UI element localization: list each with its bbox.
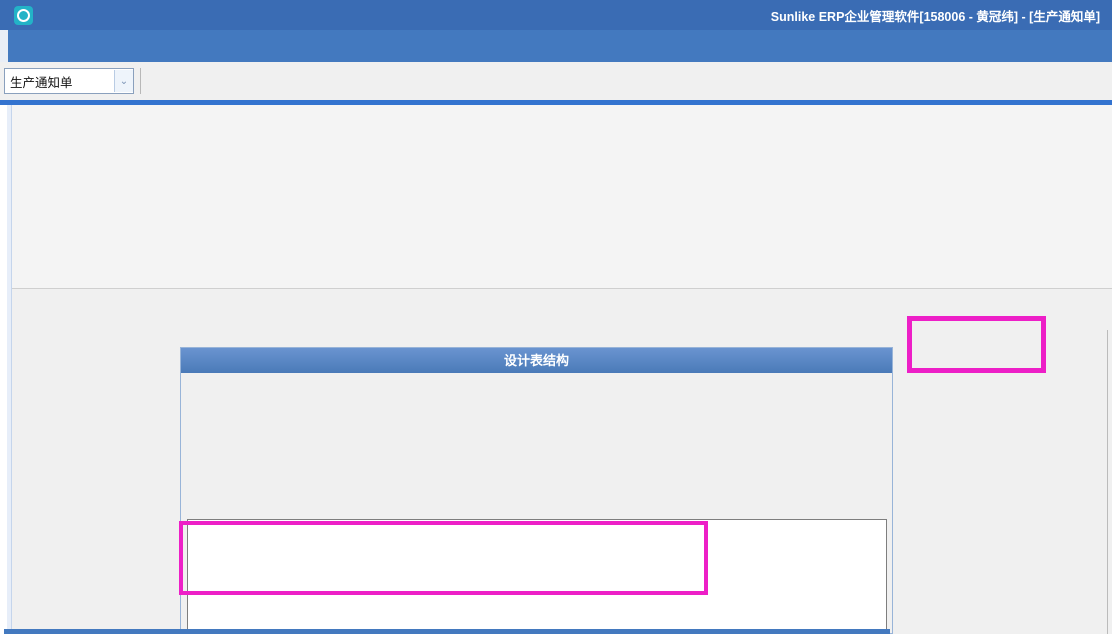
toolbar: 生产通知单 ⌄ xyxy=(0,62,1112,100)
doc-type-select[interactable]: 生产通知单 ⌄ xyxy=(4,68,134,94)
title-bar: Sunlike ERP企业管理软件[158006 - 黄冠纬] - [生产通知单… xyxy=(0,0,1112,30)
order-form xyxy=(12,105,1112,289)
menu-bar xyxy=(8,30,1112,62)
sunlike-logo-icon xyxy=(14,6,33,25)
window-title: Sunlike ERP企业管理软件[158006 - 黄冠纬] - [生产通知单… xyxy=(771,6,1100,25)
toolbar-separator xyxy=(140,68,141,94)
app-window: Sunlike ERP企业管理软件[158006 - 黄冠纬] - [生产通知单… xyxy=(0,0,1112,634)
doc-type-value: 生产通知单 xyxy=(5,72,114,91)
dialog-title[interactable]: 设计表结构 xyxy=(181,348,892,373)
highlight-box-dialog-grid xyxy=(179,521,708,595)
chevron-down-icon[interactable]: ⌄ xyxy=(114,70,133,92)
window-left-gutter xyxy=(0,105,12,634)
bottom-window-strip xyxy=(4,629,890,634)
highlight-box-test-column xyxy=(907,316,1046,373)
table-right-edge xyxy=(1107,330,1108,634)
window-frame-edge xyxy=(0,30,8,62)
